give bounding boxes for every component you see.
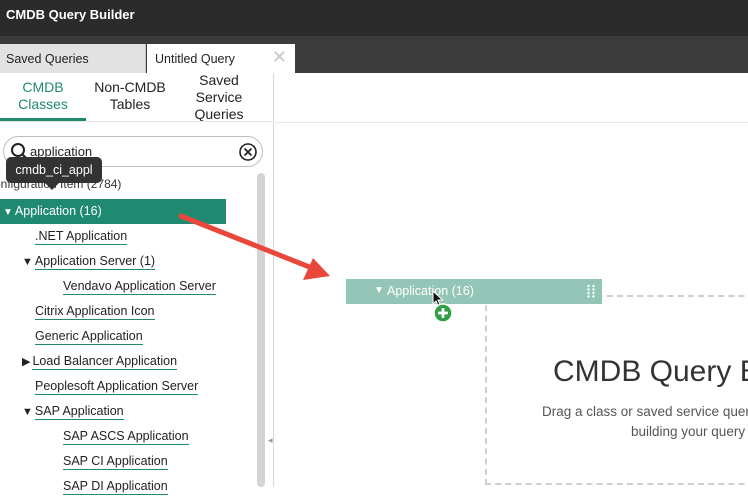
- subtab-label: Non-CMDB Tables: [94, 79, 166, 112]
- tree-node[interactable]: .NET Application: [22, 229, 128, 253]
- dragged-class-item[interactable]: ▼ Application (16): [346, 279, 602, 304]
- tree-node[interactable]: Generic Application: [22, 329, 143, 353]
- tab-label: Untitled Query: [155, 52, 235, 66]
- expanded-triangle-icon[interactable]: ▼: [22, 256, 33, 268]
- subtab-saved-service-queries[interactable]: Saved Service Queries: [176, 72, 262, 123]
- tree-node-label: Peoplesoft Application Server: [35, 379, 199, 395]
- tree-node[interactable]: SAP DI Application: [50, 479, 168, 503]
- canvas-subtitle-line: building your query: [631, 424, 746, 439]
- tree-node-label: SAP CI Application: [63, 454, 168, 470]
- tree-node-label: SAP Application: [34, 404, 124, 420]
- tooltip: cmdb_ci_appl: [6, 157, 102, 183]
- tree-node[interactable]: ▶ Load Balancer Application: [22, 354, 178, 378]
- app-title: CMDB Query Builder: [6, 7, 135, 22]
- tree-node-label: SAP ASCS Application: [63, 429, 189, 445]
- close-icon[interactable]: ✕: [272, 47, 287, 68]
- clear-icon[interactable]: [238, 142, 258, 162]
- divider: [0, 121, 274, 122]
- tooltip-caret: [45, 183, 59, 190]
- tree-node-label: Vendavo Application Server: [63, 279, 216, 295]
- drag-label: Application (16): [387, 284, 474, 298]
- tree-node-label: Load Balancer Application: [32, 354, 178, 370]
- tree-node-label: Application Server (1): [34, 254, 156, 270]
- scrollbar[interactable]: [257, 173, 265, 487]
- drop-zone[interactable]: [485, 295, 748, 485]
- subtab-label: Saved Service Queries: [194, 72, 244, 122]
- tab-strip: Saved Queries Untitled Query ✕: [0, 36, 748, 73]
- expanded-triangle-icon[interactable]: ▼: [3, 207, 13, 218]
- expanded-triangle-icon[interactable]: ▼: [22, 406, 33, 418]
- tree-node[interactable]: Vendavo Application Server: [50, 279, 216, 303]
- divider: [275, 122, 748, 123]
- tree-node[interactable]: SAP ASCS Application: [50, 429, 189, 453]
- subtab-cmdb-classes[interactable]: CMDB Classes: [0, 79, 86, 113]
- canvas-title: CMDB Query B: [553, 355, 748, 388]
- app-header: CMDB Query Builder: [0, 0, 748, 36]
- subtab-non-cmdb-tables[interactable]: Non-CMDB Tables: [88, 79, 172, 113]
- tree-node-label: SAP DI Application: [63, 479, 168, 495]
- tab-untitled-query[interactable]: Untitled Query ✕: [147, 44, 295, 73]
- tree-node[interactable]: Peoplesoft Application Server: [22, 379, 199, 403]
- tree-node-label: Application (16): [14, 204, 102, 218]
- add-plus-icon: [433, 303, 453, 323]
- class-panel: CMDB Classes Non-CMDB Tables Saved Servi…: [0, 72, 274, 495]
- grip-icon[interactable]: [586, 284, 596, 298]
- tree-node[interactable]: SAP CI Application: [50, 454, 168, 478]
- tab-saved-queries[interactable]: Saved Queries: [0, 44, 146, 73]
- tooltip-text: cmdb_ci_appl: [15, 163, 93, 177]
- tree-node[interactable]: ▼ SAP Application: [22, 404, 124, 428]
- canvas-subtitle: Drag a class or saved service quer build…: [542, 402, 748, 442]
- tab-label: Saved Queries: [6, 52, 89, 66]
- expanded-triangle-icon: ▼: [374, 285, 384, 296]
- subtab-label: CMDB Classes: [18, 79, 68, 112]
- tree-node-label: Citrix Application Icon: [35, 304, 155, 320]
- tree-node-label: Generic Application: [35, 329, 143, 345]
- collapsed-triangle-icon[interactable]: ▶: [22, 355, 30, 368]
- tree-node-label: .NET Application: [35, 229, 128, 245]
- tree-node[interactable]: Citrix Application Icon: [22, 304, 155, 328]
- tree-node-application-selected[interactable]: ▼ Application (16): [0, 199, 226, 224]
- canvas-subtitle-line: Drag a class or saved service quer: [542, 404, 748, 419]
- collapse-panel-icon[interactable]: ◂: [268, 435, 273, 446]
- tree-node[interactable]: ▼ Application Server (1): [22, 254, 156, 278]
